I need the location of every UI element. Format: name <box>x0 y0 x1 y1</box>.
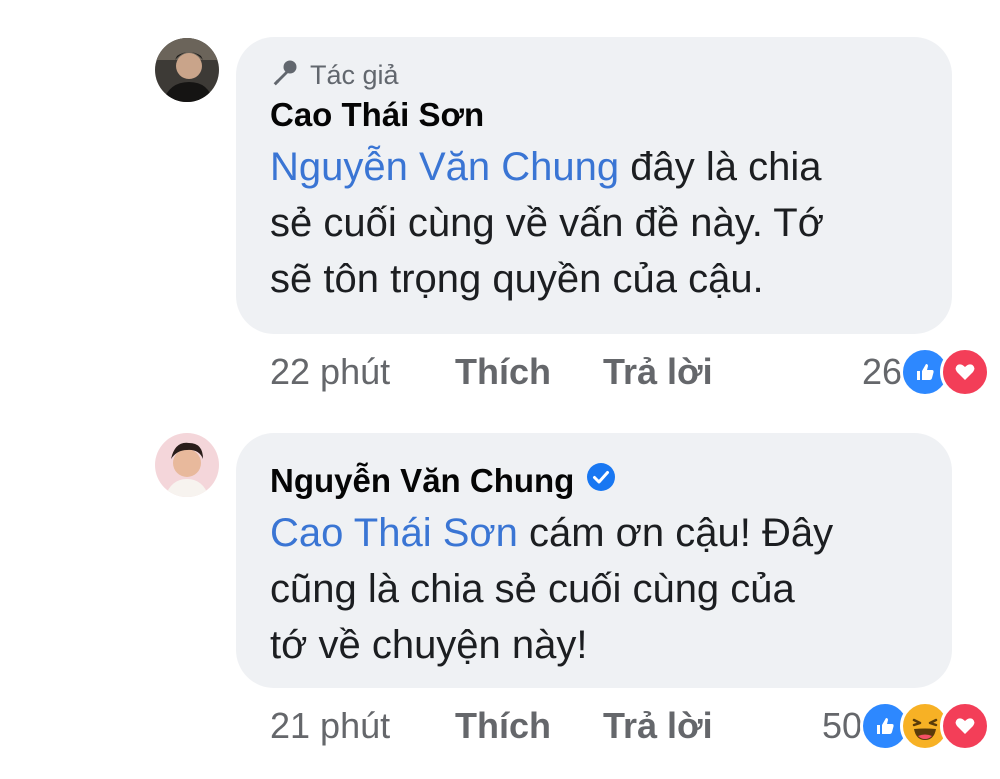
avatar[interactable] <box>155 433 219 497</box>
reaction-count[interactable]: 50 <box>822 705 862 747</box>
like-button[interactable]: Thích <box>455 705 603 747</box>
comment-timestamp[interactable]: 21 phút <box>270 705 455 747</box>
avatar[interactable] <box>155 38 219 102</box>
comment-line: Cao Thái Sơn cám ơn cậu! Đây <box>270 505 922 561</box>
comment-timestamp[interactable]: 22 phút <box>270 351 455 393</box>
comment-bubble: Tác giả Cao Thái Sơn Nguyễn Văn Chung đâ… <box>236 37 952 334</box>
love-reaction-icon <box>940 701 990 751</box>
comment-line: sẽ tôn trọng quyền của cậu. <box>270 257 764 301</box>
mention-link[interactable]: Cao Thái Sơn <box>270 511 518 555</box>
comment-bubble: Nguyễn Văn Chung Cao Thái Sơn cám ơn cậu… <box>236 433 952 688</box>
comment-text-segment: cám ơn cậu! Đây <box>517 511 834 555</box>
microphone-icon <box>270 57 300 94</box>
like-button[interactable]: Thích <box>455 351 603 393</box>
author-badge-label: Tác giả <box>310 59 399 90</box>
comment-actions: 21 phút Thích Trả lời 50 <box>270 696 990 756</box>
comment-actions: 22 phút Thích Trả lời 26 <box>270 342 990 402</box>
comment-text: Nguyễn Văn Chung đây là chia sẻ cuối cùn… <box>270 139 922 307</box>
author-name[interactable]: Nguyễn Văn Chung <box>270 459 922 503</box>
reaction-count[interactable]: 26 <box>862 351 902 393</box>
reaction-summary[interactable]: 50 <box>822 696 990 756</box>
mention-link[interactable]: Nguyễn Văn Chung <box>270 145 619 189</box>
reply-button[interactable]: Trả lời <box>603 705 713 747</box>
author-name[interactable]: Cao Thái Sơn <box>270 93 922 137</box>
author-name-text[interactable]: Cao Thái Sơn <box>270 93 484 137</box>
reply-button[interactable]: Trả lời <box>603 351 713 393</box>
author-badge: Tác giả <box>270 57 922 93</box>
comment-text-segment: đây là chia <box>619 145 822 189</box>
comment-line: sẻ cuối cùng về vấn đề này. Tớ <box>270 201 824 245</box>
comment-line: cũng là chia sẻ cuối cùng của <box>270 567 795 611</box>
comment-line: Nguyễn Văn Chung đây là chia <box>270 139 922 195</box>
comment: Tác giả Cao Thái Sơn Nguyễn Văn Chung đâ… <box>0 0 1000 400</box>
reaction-summary[interactable]: 26 <box>862 342 990 402</box>
comment-text: Cao Thái Sơn cám ơn cậu! Đây cũng là chi… <box>270 505 922 673</box>
author-name-text[interactable]: Nguyễn Văn Chung <box>270 459 574 503</box>
verified-badge-icon <box>586 459 616 503</box>
love-reaction-icon <box>940 347 990 397</box>
comment-line: tớ về chuyện này! <box>270 623 588 667</box>
comment: Nguyễn Văn Chung Cao Thái Sơn cám ơn cậu… <box>0 400 1000 779</box>
